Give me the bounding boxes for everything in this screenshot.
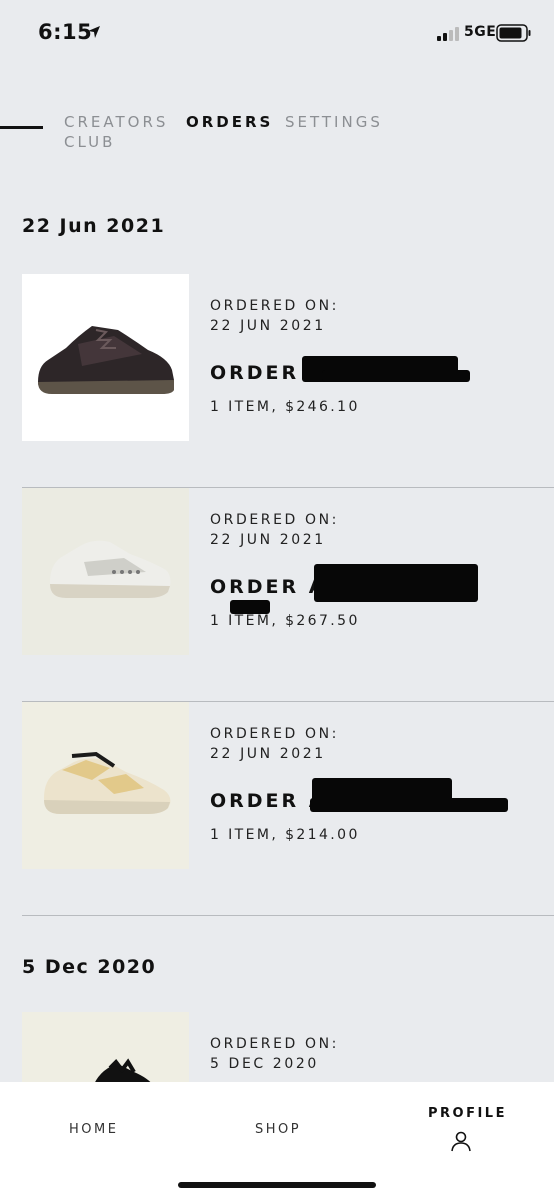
status-time: 6:15 — [38, 20, 93, 44]
redaction-mark — [314, 564, 478, 602]
order-number: ORDER A — [210, 790, 327, 812]
order-card[interactable]: ORDERED ON: 22 JUN 2021 ORDER A 1 ITEM, … — [22, 702, 554, 870]
redaction-mark — [322, 370, 470, 382]
tab-creators-club[interactable]: CREATORS CLUB — [64, 112, 176, 152]
bottom-nav: HOME SHOP PROFILE — [0, 1082, 554, 1200]
tab-settings[interactable]: SETTINGS — [285, 112, 383, 132]
status-bar: 6:15 5GE — [0, 0, 554, 66]
order-summary: 1 ITEM, $267.50 — [210, 613, 360, 629]
redaction-mark — [310, 798, 508, 812]
section-date-header: 22 Jun 2021 — [22, 215, 166, 237]
ordered-date: 22 JUN 2021 — [210, 746, 326, 762]
nav-profile[interactable]: PROFILE — [428, 1106, 507, 1121]
section-date-header: 5 Dec 2020 — [22, 956, 157, 978]
product-thumbnail[interactable] — [22, 274, 189, 441]
cream-sneaker-icon — [44, 751, 171, 814]
white-sneaker-icon — [50, 540, 171, 598]
order-card[interactable]: ORDERED ON: 22 JUN 2021 ORDER A 1 ITEM, … — [22, 488, 554, 656]
dark-sneaker-icon — [38, 326, 174, 394]
ordered-date: 5 DEC 2020 — [210, 1056, 319, 1072]
nav-shop[interactable]: SHOP — [255, 1122, 301, 1137]
tab-indicator — [0, 126, 43, 129]
cellular-signal-icon — [437, 27, 459, 41]
ordered-date: 22 JUN 2021 — [210, 532, 326, 548]
ordered-date: 22 JUN 2021 — [210, 318, 326, 334]
product-thumbnail[interactable] — [22, 488, 189, 655]
order-summary: 1 ITEM, $214.00 — [210, 827, 360, 843]
order-number: ORDER A — [210, 576, 327, 598]
ordered-on-label: ORDERED ON: — [210, 726, 339, 742]
tab-orders[interactable]: ORDERS — [186, 112, 273, 132]
ordered-on-label: ORDERED ON: — [210, 1036, 339, 1052]
location-arrow-icon — [88, 26, 100, 38]
redaction-mark — [230, 600, 270, 614]
product-thumbnail[interactable] — [22, 702, 189, 869]
network-type: 5GE — [464, 24, 497, 40]
ordered-on-label: ORDERED ON: — [210, 512, 339, 528]
divider — [22, 915, 554, 916]
ordered-on-label: ORDERED ON: — [210, 298, 339, 314]
home-indicator[interactable] — [178, 1182, 376, 1188]
profile-icon[interactable] — [450, 1130, 472, 1152]
nav-home[interactable]: HOME — [69, 1122, 118, 1137]
order-summary: 1 ITEM, $246.10 — [210, 399, 360, 415]
order-card[interactable]: ORDERED ON: 22 JUN 2021 ORDER A 1 ITEM, … — [22, 274, 554, 442]
battery-icon — [496, 24, 531, 42]
